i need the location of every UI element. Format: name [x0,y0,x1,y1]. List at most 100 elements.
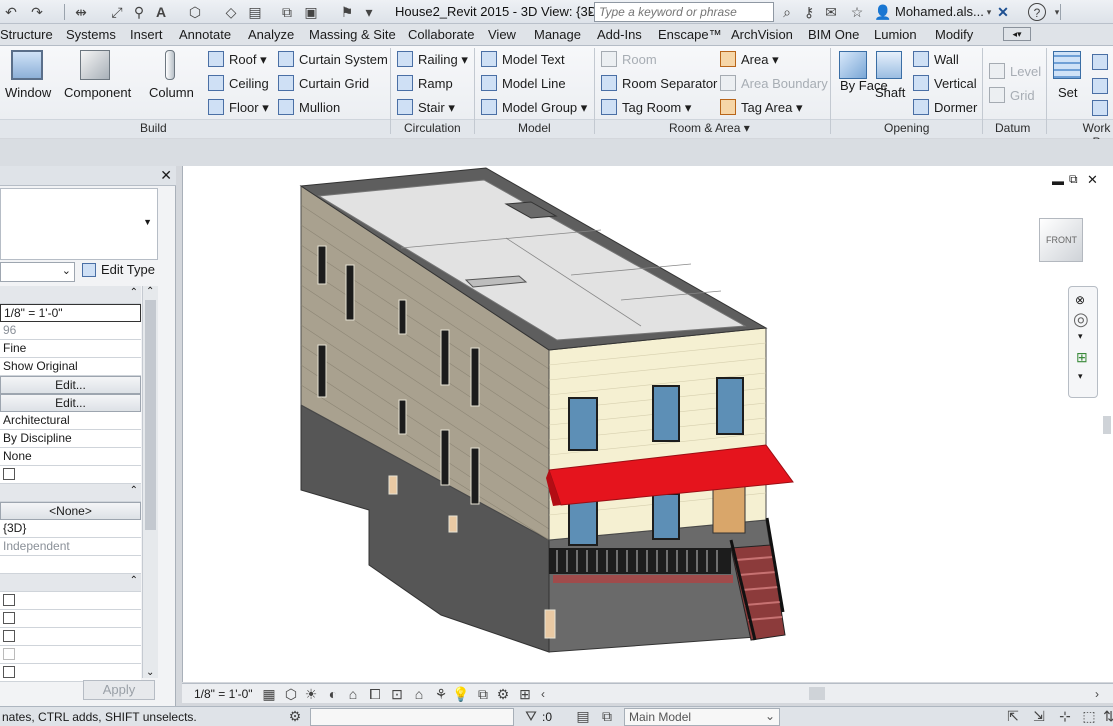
undo-icon[interactable]: ↶ [2,3,20,21]
chevron-down-icon[interactable]: ▼ [143,217,152,227]
model-group-button[interactable]: Model Group ▾ [481,99,587,116]
level-button[interactable]: Level [989,63,1041,79]
shaft-icon[interactable] [876,51,902,79]
help-icon[interactable]: ? [1028,3,1046,21]
sun-path-icon[interactable]: ☀ [302,685,320,703]
tab-add-ins[interactable]: Add-Ins [597,27,642,42]
graphic-display-edit-button[interactable]: Edit... [0,394,141,412]
tab-enscape[interactable]: Enscape™ [658,27,722,42]
tab-massing-site[interactable]: Massing & Site [309,27,396,42]
view-name-field[interactable]: {3D} [0,520,141,538]
far-clip-checkbox[interactable] [3,648,15,660]
lock-view-icon[interactable]: ⌂ [410,685,428,703]
chevron-down-icon[interactable]: ▾ [360,3,378,21]
tag-icon[interactable]: ⚲ [130,3,148,21]
properties-scrollbar[interactable]: ⌃ ⌄ [142,286,158,678]
close-nav-icon[interactable]: ⊗ [1075,293,1085,307]
ceiling-button[interactable]: Ceiling [208,75,269,91]
measure-icon[interactable]: ⇹ [72,3,90,21]
switch-windows-icon[interactable]: ▣ [302,3,320,21]
temp-properties-icon[interactable]: ⧉ [474,685,492,703]
instance-filter-dropdown[interactable]: ⌄ [0,262,75,282]
show-crop-icon[interactable]: ⊡ [388,685,406,703]
column-icon[interactable] [165,50,175,80]
model-line-button[interactable]: Model Line [481,75,566,91]
component-button[interactable]: Component [64,85,131,100]
scroll-right-icon[interactable]: › [1088,685,1106,703]
window-icon[interactable] [11,50,43,80]
view-scale-label[interactable]: 1/8" = 1'-0" [194,687,253,701]
redo-icon[interactable]: ↷ [28,3,46,21]
section-icon[interactable]: ◇ [222,3,240,21]
steering-wheel-icon[interactable]: ◎ [1073,309,1089,330]
scroll-up-icon[interactable]: ⌃ [146,286,154,297]
area-boundary-button[interactable]: Area Boundary [720,75,828,91]
tab-manage[interactable]: Manage [534,27,581,42]
tab-modify[interactable]: Modify [935,27,973,42]
viewcube-front-label[interactable]: FRONT [1046,235,1077,245]
tab-archvision[interactable]: ArchVision [731,27,793,42]
railing-button[interactable]: Railing ▾ [397,51,468,68]
editable-only-icon[interactable]: ⛛ [522,707,540,725]
section-box-checkbox[interactable] [3,666,15,678]
view-scale-field[interactable]: 1/8" = 1'-0" [0,304,141,322]
minimize-ribbon-icon[interactable]: ◂▾ [1003,27,1031,41]
group-header-extents[interactable]: ⌃ [0,574,141,592]
stair-button[interactable]: Stair ▾ [397,99,455,116]
close-hidden-icon[interactable]: ⧉ [278,3,296,21]
tab-view[interactable]: View [488,27,516,42]
ramp-button[interactable]: Ramp [397,75,453,91]
vertical-scrollbar-thumb[interactable] [1103,416,1111,434]
dimension-icon[interactable]: ⤢ [108,3,126,21]
select-by-face-icon[interactable]: ⬚ [1080,707,1098,725]
detail-level-icon[interactable]: ▦ [260,685,278,703]
tag-area-button[interactable]: Tag Area ▾ [720,99,802,116]
wall-opening-button[interactable]: Wall [913,51,959,67]
thin-lines-icon[interactable]: ▤ [246,3,264,21]
search-input[interactable] [594,2,774,22]
ref-plane-icon[interactable] [1092,78,1108,94]
visibility-graphics-edit-button[interactable]: Edit... [0,376,141,394]
roof-button[interactable]: Roof ▾ [208,51,267,68]
chevron-down-icon[interactable]: ▾ [1078,331,1083,342]
shadows-icon[interactable]: ◐ [324,685,342,703]
worksharing-icon[interactable]: ⚙ [494,685,512,703]
tag-room-button[interactable]: Tag Room ▾ [601,99,691,116]
show-hidden-lines-field[interactable]: By Discipline [0,430,141,448]
room-separator-button[interactable]: Room Separator [601,75,717,91]
worksets-icon[interactable]: ⚙ [286,707,304,725]
annotation-crop-checkbox[interactable] [3,630,15,642]
user-name[interactable]: Mohamed.als... [895,4,984,19]
crop-view-checkbox[interactable] [3,594,15,606]
viewcube[interactable]: FRONT [1039,218,1083,262]
customize-qat-icon[interactable]: ⚑ [338,3,356,21]
tab-systems[interactable]: Systems [66,27,116,42]
select-links-icon[interactable]: ⇱ [1004,707,1022,725]
dormer-button[interactable]: Dormer [913,99,977,115]
tab-collaborate[interactable]: Collaborate [408,27,475,42]
panel-title-room-area[interactable]: Room & Area ▾ [669,121,750,135]
tab-insert[interactable]: Insert [130,27,163,42]
shaft-button[interactable]: Shaft [875,85,905,100]
default-analysis-field[interactable]: None [0,448,141,466]
curtain-system-button[interactable]: Curtain System [278,51,388,67]
select-underlay-icon[interactable]: ⇲ [1030,707,1048,725]
help-dropdown-icon[interactable]: ▾ [1048,3,1066,21]
3d-view-icon[interactable]: ⬡ [186,3,204,21]
analytical-model-icon[interactable]: ⊞ [516,685,534,703]
chevron-down-icon[interactable]: ▾ [1078,371,1083,382]
type-selector[interactable]: ▼ [0,188,158,260]
mullion-button[interactable]: Mullion [278,99,340,115]
group-header-identity[interactable]: ⌃ [0,484,141,502]
room-button[interactable]: Room [601,51,657,67]
edit-type-button[interactable]: Edit Type [82,262,155,277]
select-pinned-icon[interactable]: ⊹ [1056,707,1074,725]
parts-visibility-field[interactable]: Show Original [0,358,141,376]
vertical-opening-button[interactable]: Vertical [913,75,977,91]
design-options-icon[interactable]: ▤ [574,707,592,725]
set-work-plane-button[interactable]: Set [1058,85,1078,100]
curtain-grid-button[interactable]: Curtain Grid [278,75,369,91]
area-button[interactable]: Area ▾ [720,51,779,68]
tab-bim-one[interactable]: BIM One [808,27,859,42]
design-option-dropdown[interactable]: Main Model ⌄ [624,708,780,726]
